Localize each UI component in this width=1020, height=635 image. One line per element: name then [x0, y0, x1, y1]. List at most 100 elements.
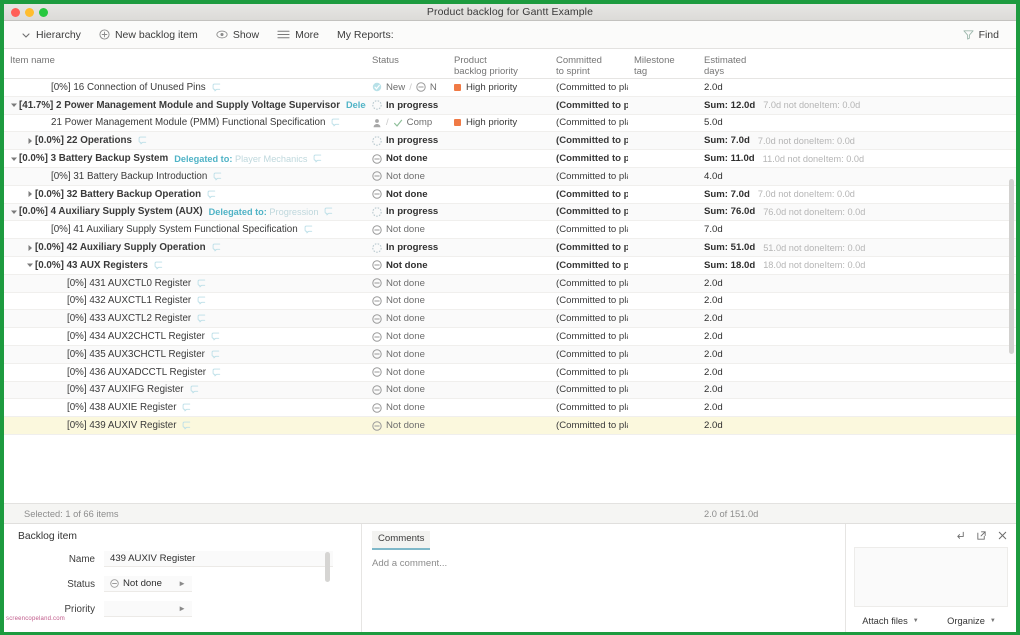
cell-committed-sprint[interactable]: (Committed to pla: [550, 278, 628, 289]
table-row[interactable]: [0%] 431 AUXCTL0 Register Not done (Commit…: [4, 274, 1016, 293]
cell-item-name[interactable]: [0.0%] 32 Battery Backup Operation: [4, 189, 366, 200]
cell-item-name[interactable]: [0.0%] 22 Operations: [4, 135, 366, 146]
table-row[interactable]: [0%] 432 AUXCTL1 Register Not done (Commit…: [4, 293, 1016, 311]
collapse-twisty-icon[interactable]: [8, 155, 19, 163]
cell-item-name[interactable]: [41.7%] 2 Power Management Module and Su…: [4, 100, 366, 111]
cell-estimated-days[interactable]: Sum: 7.0d 7.0d not doneItem: 0.0d: [698, 135, 1008, 146]
table-row[interactable]: [0%] 438 AUXIE Register Not done (Committe…: [4, 399, 1016, 418]
cell-status[interactable]: In progress: [366, 135, 448, 146]
cell-item-name[interactable]: [0%] 437 AUXIFG Register: [4, 384, 366, 395]
organize-button[interactable]: Organize ▼: [935, 613, 1008, 628]
cell-item-name[interactable]: [0.0%] 3 Battery Backup System Delegated …: [4, 153, 366, 164]
cell-item-name[interactable]: [0%] 433 AUXCTL2 Register: [4, 313, 366, 324]
table-row[interactable]: [0%] 434 AUX2CHCTL Register Not done (Comm…: [4, 328, 1016, 346]
cell-status[interactable]: New / N: [366, 82, 448, 93]
cell-estimated-days[interactable]: Sum: 51.0d 51.0d not doneItem: 0.0d: [698, 242, 1008, 253]
cell-item-name[interactable]: [0%] 432 AUXCTL1 Register: [4, 295, 366, 306]
cell-estimated-days[interactable]: 2.0d: [698, 402, 1008, 413]
popout-icon[interactable]: [976, 530, 987, 541]
cell-status[interactable]: Not done: [366, 420, 448, 431]
table-row[interactable]: [0.0%] 3 Battery Backup System Delegated …: [4, 150, 1016, 168]
cell-committed-sprint[interactable]: (Committed to pla: [550, 206, 628, 217]
cell-committed-sprint[interactable]: (Committed to pla: [550, 171, 628, 182]
cell-committed-sprint[interactable]: (Committed to pla: [550, 153, 628, 164]
cell-committed-sprint[interactable]: (Committed to pla: [550, 349, 628, 360]
attachments-dropzone[interactable]: [854, 547, 1008, 607]
cell-status[interactable]: Not done: [366, 260, 448, 271]
table-row[interactable]: [0.0%] 43 AUX Registers Not done (Committe…: [4, 257, 1016, 275]
toolbar-find-button[interactable]: Find: [956, 26, 1006, 44]
cell-committed-sprint[interactable]: (Committed to pla: [550, 135, 628, 146]
comment-bubble-icon[interactable]: [197, 279, 206, 288]
cell-status[interactable]: Not done: [366, 153, 448, 164]
cell-item-name[interactable]: [0.0%] 4 Auxiliary Supply System (AUX) De…: [4, 206, 366, 217]
table-row[interactable]: [0.0%] 32 Battery Backup Operation Not do…: [4, 186, 1016, 204]
comment-bubble-icon[interactable]: [212, 243, 221, 252]
comment-bubble-icon[interactable]: [182, 403, 191, 412]
column-header-status[interactable]: Status: [366, 55, 448, 66]
cell-estimated-days[interactable]: 4.0d: [698, 171, 1008, 182]
toolbar-new-backlog-item-button[interactable]: New backlog item: [92, 26, 205, 44]
table-row[interactable]: [41.7%] 2 Power Management Module and Su…: [4, 96, 1016, 115]
table-row[interactable]: [0.0%] 42 Auxiliary Supply Operation In p…: [4, 239, 1016, 257]
cell-item-name[interactable]: [0%] 31 Battery Backup Introduction: [4, 171, 366, 182]
cell-status[interactable]: Not done: [366, 402, 448, 413]
cell-status[interactable]: Not done: [366, 384, 448, 395]
comment-bubble-icon[interactable]: [190, 385, 199, 394]
expand-twisty-icon[interactable]: [24, 244, 35, 252]
cell-estimated-days[interactable]: 2.0d: [698, 367, 1008, 378]
comment-bubble-icon[interactable]: [213, 172, 222, 181]
cell-estimated-days[interactable]: Sum: 7.0d 7.0d not doneItem: 0.0d: [698, 189, 1008, 200]
cell-committed-sprint[interactable]: (Committed to pla: [550, 295, 628, 306]
cell-status[interactable]: Not done: [366, 313, 448, 324]
comment-input[interactable]: Add a comment...: [362, 558, 845, 569]
cell-item-name[interactable]: [0.0%] 43 AUX Registers: [4, 260, 366, 271]
cell-item-name[interactable]: [0%] 431 AUXCTL0 Register: [4, 278, 366, 289]
name-field[interactable]: 439 AUXIV Register: [104, 551, 333, 582]
cell-estimated-days[interactable]: 7.0d: [698, 224, 1008, 235]
cell-status[interactable]: Not done: [366, 189, 448, 200]
cell-committed-sprint[interactable]: (Committed to pla: [550, 82, 628, 93]
cell-estimated-days[interactable]: 2.0d: [698, 278, 1008, 289]
column-header-milestone[interactable]: Milestone tag: [628, 55, 698, 77]
table-row[interactable]: 21 Power Management Module (PMM) Functio…: [4, 115, 1016, 133]
cell-item-name[interactable]: [0%] 435 AUX3CHCTL Register: [4, 349, 366, 360]
table-row[interactable]: [0.0%] 4 Auxiliary Supply System (AUX) De…: [4, 203, 1016, 222]
cell-committed-sprint[interactable]: (Committed to pla: [550, 384, 628, 395]
cell-estimated-days[interactable]: 2.0d: [698, 420, 1008, 431]
cell-estimated-days[interactable]: Sum: 18.0d 18.0d not doneItem: 0.0d: [698, 260, 1008, 271]
status-field[interactable]: Not done ►: [104, 576, 192, 592]
cell-item-name[interactable]: [0%] 41 Auxiliary Supply System Function…: [4, 224, 366, 235]
cell-item-name[interactable]: [0.0%] 42 Auxiliary Supply Operation: [4, 242, 366, 253]
cell-status[interactable]: Not done: [366, 278, 448, 289]
collapse-twisty-icon[interactable]: [24, 261, 35, 269]
table-scroll-thumb[interactable]: [1009, 179, 1014, 354]
cell-estimated-days[interactable]: 2.0d: [698, 82, 1008, 93]
comment-bubble-icon[interactable]: [211, 332, 220, 341]
table-row[interactable]: [0%] 437 AUXIFG Register Not done (Committ…: [4, 381, 1016, 400]
comment-bubble-icon[interactable]: [182, 421, 191, 430]
cell-priority[interactable]: High priority: [448, 82, 550, 93]
expand-twisty-icon[interactable]: [24, 137, 35, 145]
table-row[interactable]: [0%] 435 AUX3CHCTL Register Not done (Comm…: [4, 345, 1016, 364]
comment-bubble-icon[interactable]: [212, 83, 221, 92]
table-row[interactable]: [0%] 433 AUXCTL2 Register Not done (Commit…: [4, 310, 1016, 329]
cell-committed-sprint[interactable]: (Committed to pla: [550, 189, 628, 200]
toolbar-show-button[interactable]: Show: [209, 26, 266, 44]
comment-bubble-icon[interactable]: [207, 190, 216, 199]
comment-bubble-icon[interactable]: [138, 136, 147, 145]
cell-status[interactable]: Not done: [366, 331, 448, 342]
tab-comments[interactable]: Comments: [372, 531, 431, 550]
cell-item-name[interactable]: [0%] 439 AUXIV Register: [4, 420, 366, 431]
comment-bubble-icon[interactable]: [304, 225, 313, 234]
cell-priority[interactable]: High priority: [448, 117, 550, 128]
cell-committed-sprint[interactable]: (Committed to pla: [550, 402, 628, 413]
delegated-badge[interactable]: Delegated to: Progression: [209, 207, 319, 217]
table-row[interactable]: [0%] 31 Battery Backup Introduction Not d…: [4, 167, 1016, 186]
cell-status[interactable]: Not done: [366, 295, 448, 306]
table-vertical-scrollbar[interactable]: [1009, 79, 1014, 474]
toolbar-my-reports-label[interactable]: My Reports:: [330, 26, 401, 44]
cell-item-name[interactable]: 21 Power Management Module (PMM) Functio…: [4, 117, 366, 128]
name-field-scrollbar[interactable]: [325, 552, 330, 582]
cell-committed-sprint[interactable]: (Committed to pla: [550, 420, 628, 431]
